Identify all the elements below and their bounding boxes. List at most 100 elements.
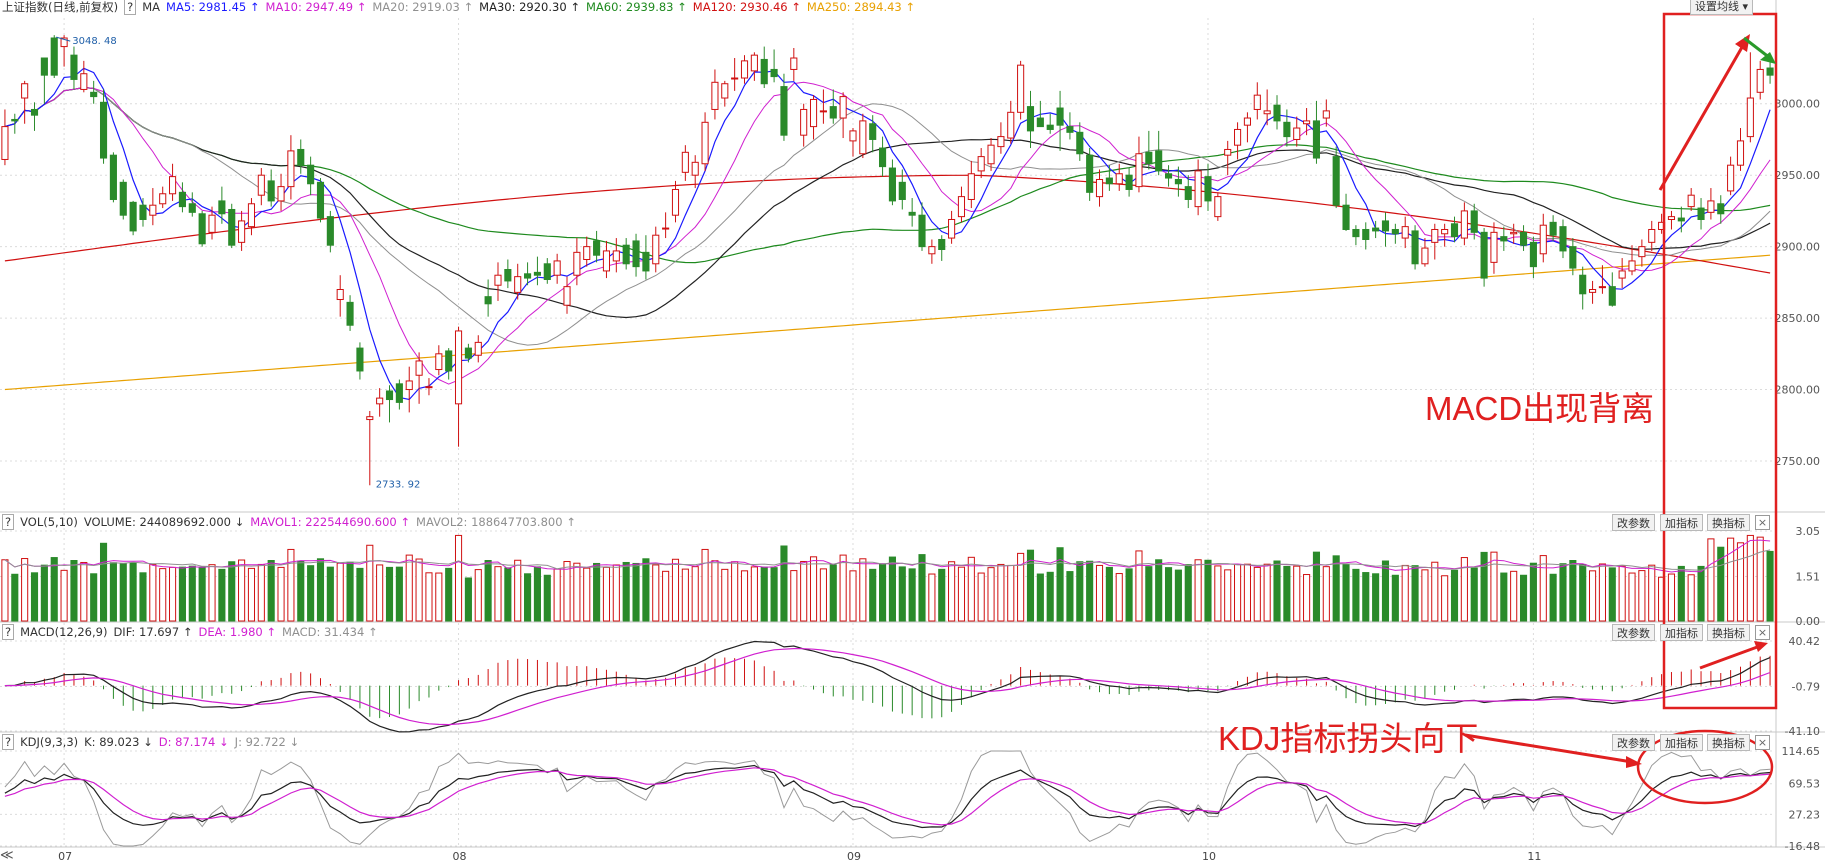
- candle-body: [1589, 289, 1597, 293]
- ma20-line: [4, 86, 1771, 346]
- vol-swap-indicator-button[interactable]: 换指标: [1707, 514, 1750, 531]
- candle-body: [780, 86, 788, 136]
- candle-body: [336, 289, 344, 301]
- volume-bar: [662, 570, 670, 622]
- candle-body: [1204, 176, 1212, 202]
- candle-body: [1559, 226, 1567, 252]
- candle-body: [198, 213, 206, 245]
- volume-bar: [1727, 537, 1735, 622]
- candle-body: [1273, 104, 1281, 122]
- candle-body: [1056, 107, 1064, 126]
- ma-legend-ma10: MA10: 2947.49 ↑: [265, 0, 367, 14]
- volume-bar: [1312, 551, 1321, 622]
- volume-bar: [563, 560, 571, 622]
- candle-body: [1174, 178, 1182, 185]
- volume-bar: [948, 561, 956, 622]
- volume-bar: [1273, 560, 1281, 622]
- set-ma-button[interactable]: 设置均线 ▾: [1690, 0, 1754, 15]
- volume-bar: [376, 564, 384, 622]
- volume-bar: [1510, 570, 1518, 622]
- kdj-add-indicator-button[interactable]: 加指标: [1660, 734, 1703, 751]
- candle-body: [1076, 131, 1084, 155]
- x-axis-label: 10: [1202, 850, 1216, 863]
- candle-body: [405, 380, 413, 391]
- macd-divergence-arrow: [1699, 644, 1761, 670]
- kdj-close-button[interactable]: ×: [1755, 735, 1770, 750]
- candle-body: [750, 54, 758, 72]
- candle-body: [1026, 106, 1035, 132]
- volume-bar: [346, 561, 354, 622]
- vol-tick-label: 0.00: [1796, 615, 1821, 628]
- volume-bar: [533, 566, 541, 622]
- volume-bar: [297, 560, 305, 622]
- vol-change-params-button[interactable]: 改参数: [1612, 514, 1655, 531]
- vol-close-button[interactable]: ×: [1755, 515, 1770, 530]
- candle-body: [859, 120, 867, 155]
- volume-bar: [99, 542, 108, 622]
- candle-body: [40, 57, 48, 76]
- volume-bar: [1115, 573, 1123, 622]
- candle-body: [1450, 223, 1459, 238]
- kdj-change-params-button[interactable]: 改参数: [1612, 734, 1655, 751]
- candle-body: [1500, 236, 1508, 242]
- macd-close-button[interactable]: ×: [1755, 625, 1770, 640]
- volume-bar: [612, 564, 620, 622]
- k-line: [4, 764, 1771, 829]
- ma5-line: [4, 67, 1771, 401]
- volume-bar: [405, 554, 413, 622]
- candle-body: [474, 341, 482, 356]
- candle-body: [829, 106, 837, 119]
- macd-swap-indicator-button[interactable]: 换指标: [1707, 624, 1750, 641]
- macd-header: ? MACD(12,26,9) DIF: 17.697 ↑ DEA: 1.980 ↑ M…: [2, 623, 384, 641]
- scroll-left-button[interactable]: ≪: [0, 848, 16, 864]
- macd-add-indicator-button[interactable]: 加指标: [1660, 624, 1703, 641]
- candle-body: [1214, 196, 1222, 218]
- ma10-line: [4, 81, 1771, 385]
- volume-bar: [543, 574, 551, 622]
- volume-bar: [918, 554, 926, 622]
- volume-bar: [573, 562, 581, 622]
- candle-body: [987, 144, 995, 165]
- candle-body: [1677, 217, 1685, 222]
- candle-body: [1135, 153, 1143, 188]
- ma-legend-ma30: MA30: 2920.30 ↑: [479, 0, 580, 14]
- help-icon[interactable]: ?: [2, 624, 15, 640]
- kdj-name: KDJ(9,3,3): [20, 735, 79, 749]
- volume-bar: [356, 567, 364, 622]
- volume-bar: [869, 568, 877, 622]
- volume-bar: [1470, 567, 1478, 622]
- volume-bar: [1342, 563, 1350, 622]
- volume-bar: [711, 560, 719, 622]
- candle-body: [1105, 177, 1113, 185]
- volume-bar: [790, 570, 798, 622]
- volume-bar: [1401, 564, 1409, 622]
- volume-bar: [760, 566, 768, 622]
- candle-body: [1046, 124, 1054, 130]
- volume-bar: [80, 561, 88, 622]
- candle-body: [997, 136, 1005, 148]
- volume-bar: [622, 561, 630, 622]
- volume-bar: [415, 558, 423, 622]
- volume-bar: [1500, 572, 1508, 622]
- macd-change-params-button[interactable]: 改参数: [1612, 624, 1655, 641]
- help-icon[interactable]: ?: [2, 734, 15, 750]
- volume-bar: [1145, 566, 1153, 622]
- kdj-swap-indicator-button[interactable]: 换指标: [1707, 734, 1750, 751]
- volume-bar: [1234, 563, 1242, 622]
- candle-body: [632, 240, 640, 268]
- volume-bar: [60, 569, 68, 622]
- candle-body: [247, 203, 256, 228]
- candle-body: [228, 208, 236, 246]
- vol-add-indicator-button[interactable]: 加指标: [1660, 514, 1703, 531]
- candle-body: [218, 200, 226, 215]
- candle-body: [1421, 247, 1429, 265]
- volume-bar: [1677, 565, 1685, 622]
- candle-body: [11, 118, 19, 122]
- candle-body: [385, 390, 394, 401]
- candle-body: [1007, 111, 1015, 139]
- help-icon[interactable]: ?: [2, 514, 15, 530]
- help-icon[interactable]: ?: [124, 0, 137, 15]
- volume-bar: [326, 566, 334, 622]
- macd-value: MACD: 31.434 ↑: [282, 625, 378, 639]
- volume-bar: [1569, 560, 1577, 622]
